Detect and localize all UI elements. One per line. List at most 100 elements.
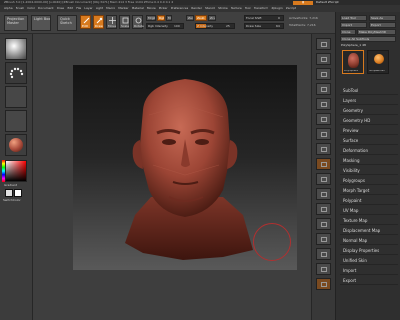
menu-item-texture[interactable]: Texture bbox=[231, 7, 242, 12]
menu-item-edit[interactable]: Edit bbox=[67, 7, 73, 12]
shelf-button-scale[interactable] bbox=[316, 188, 331, 200]
menu-item-material[interactable]: Material bbox=[132, 7, 144, 12]
subpalette-surface[interactable]: Surface bbox=[340, 138, 398, 145]
menu-item-layer[interactable]: Layer bbox=[84, 7, 92, 12]
shelf-button-move[interactable] bbox=[316, 173, 331, 185]
subpalette-polygroups[interactable]: Polygroups bbox=[340, 178, 398, 185]
draw-size-slider[interactable]: Draw Size 64 bbox=[244, 23, 284, 29]
shelf-button-ghost[interactable] bbox=[316, 248, 331, 260]
shelf-button-floor[interactable] bbox=[316, 113, 331, 125]
brush-selector[interactable] bbox=[5, 38, 27, 60]
scale-button[interactable]: Scale bbox=[119, 15, 130, 29]
menu-item-tool[interactable]: Tool bbox=[245, 7, 251, 12]
menu-item-brush[interactable]: Brush bbox=[16, 7, 25, 12]
subpalette-layers[interactable]: Layers bbox=[340, 98, 398, 105]
subpalette-geometry[interactable]: Geometry bbox=[340, 108, 398, 115]
zadd-button[interactable]: Zadd bbox=[186, 15, 194, 21]
subpalette-display-properties[interactable]: Display Properties bbox=[340, 248, 398, 255]
subpalette-subtool[interactable]: SubTool bbox=[340, 88, 398, 95]
stroke-selector[interactable] bbox=[5, 62, 27, 84]
shelf-button-frame[interactable] bbox=[316, 158, 331, 170]
edit-button[interactable]: Edit bbox=[80, 15, 91, 29]
shelf-button-solo[interactable] bbox=[316, 263, 331, 275]
subpalette-export[interactable]: Export bbox=[340, 278, 398, 285]
menu-item-color[interactable]: Color bbox=[27, 7, 35, 12]
menu-item-zscript[interactable]: Zscript bbox=[286, 7, 296, 12]
subpalette-visibility[interactable]: Visibility bbox=[340, 168, 398, 175]
shelf-button-polyf[interactable] bbox=[316, 218, 331, 230]
subpalette-geometry-hd[interactable]: Geometry HD bbox=[340, 118, 398, 125]
lightbox-button[interactable]: Light Box bbox=[31, 15, 51, 31]
zcut-button[interactable]: Zcut bbox=[208, 15, 216, 21]
shelf-button-xpose[interactable] bbox=[316, 278, 331, 290]
subpalette-deformation[interactable]: Deformation bbox=[340, 148, 398, 155]
shelf-button-aahalf[interactable] bbox=[316, 83, 331, 95]
shelf-button-local[interactable] bbox=[316, 128, 331, 140]
subpalette-unified-skin[interactable]: Unified Skin bbox=[340, 258, 398, 265]
menu-item-macro[interactable]: Macro bbox=[106, 7, 115, 12]
clone-all-subtools-button[interactable]: Clone All SubTools bbox=[340, 36, 396, 42]
shelf-button-persp[interactable] bbox=[316, 98, 331, 110]
menu-item-stencil[interactable]: Stencil bbox=[205, 7, 215, 12]
menu-item-file[interactable]: File bbox=[76, 7, 81, 12]
z-intensity-slider[interactable]: Z Intensity 25 bbox=[195, 23, 235, 29]
hue-strip[interactable] bbox=[2, 160, 5, 182]
subpalette-masking[interactable]: Masking bbox=[340, 158, 398, 165]
menu-item-stroke[interactable]: Stroke bbox=[218, 7, 228, 12]
menu-item-draw[interactable]: Draw bbox=[57, 7, 65, 12]
m-button[interactable]: M bbox=[166, 15, 172, 21]
rgb-button[interactable]: Rgb bbox=[157, 15, 165, 21]
shelf-button-actual[interactable] bbox=[316, 68, 331, 80]
menu-item-light[interactable]: Light bbox=[96, 7, 104, 12]
menu-item-zplugin[interactable]: Zplugin bbox=[271, 7, 282, 12]
make-polymesh-button[interactable]: Make PolyMesh3D bbox=[357, 29, 396, 35]
zsub-button[interactable]: Zsub bbox=[195, 15, 207, 21]
current-tool-thumb[interactable]: PolySphere bbox=[342, 50, 364, 74]
import-button[interactable]: Import bbox=[340, 22, 367, 28]
subpalette-preview[interactable]: Preview bbox=[340, 128, 398, 135]
load-tool-button[interactable]: Load Tool bbox=[340, 15, 367, 21]
default-zscript-label[interactable]: Default ZScript bbox=[316, 1, 364, 4]
menu-item-picker[interactable]: Picker bbox=[159, 7, 168, 12]
save-as-button[interactable]: Save As bbox=[369, 15, 396, 21]
document-canvas[interactable] bbox=[73, 65, 297, 270]
focal-shift-slider[interactable]: Focal Shift 0 bbox=[244, 15, 284, 21]
subpalette-uv-map[interactable]: UV Map bbox=[340, 208, 398, 215]
shelf-button-transp[interactable] bbox=[316, 233, 331, 245]
menus-toggle[interactable]: ▮ bbox=[293, 0, 313, 5]
subpalette-polypaint[interactable]: Polypaint bbox=[340, 198, 398, 205]
quick-sketch-button[interactable]: Quick Sketch bbox=[57, 15, 77, 31]
menu-item-transform[interactable]: Transform bbox=[254, 7, 269, 12]
menu-item-document[interactable]: Document bbox=[38, 7, 54, 12]
subpalette-displacement-map[interactable]: Displacement Map bbox=[340, 228, 398, 235]
subpalette-import[interactable]: Import bbox=[340, 268, 398, 275]
texture-selector[interactable] bbox=[5, 110, 27, 132]
subpalette-texture-map[interactable]: Texture Map bbox=[340, 218, 398, 225]
shelf-button-xyz[interactable] bbox=[316, 143, 331, 155]
menu-item-alpha[interactable]: Alpha bbox=[4, 7, 13, 12]
menu-item-movie[interactable]: Movie bbox=[147, 7, 156, 12]
simple-brush-thumb[interactable]: SimpleBrush bbox=[367, 50, 389, 74]
rgb-intensity-slider[interactable]: Rgb Intensity 100 bbox=[146, 23, 184, 29]
menu-item-render[interactable]: Render bbox=[191, 7, 202, 12]
alpha-selector[interactable] bbox=[5, 86, 27, 108]
shelf-button-rotate[interactable] bbox=[316, 203, 331, 215]
menu-item-marker[interactable]: Marker bbox=[118, 7, 128, 12]
main-color-swatch[interactable] bbox=[5, 189, 13, 197]
move-button[interactable]: Move bbox=[106, 15, 117, 29]
clone-button[interactable]: Clone bbox=[340, 29, 356, 35]
material-selector[interactable] bbox=[5, 134, 27, 156]
gradient-label[interactable]: Gradient bbox=[4, 184, 17, 187]
switch-color-label[interactable]: SwitchColor bbox=[3, 199, 21, 202]
color-picker[interactable] bbox=[5, 160, 27, 182]
subpalette-morph-target[interactable]: Morph Target bbox=[340, 188, 398, 195]
rotate-button[interactable]: Rotate bbox=[132, 15, 144, 29]
mrgb-button[interactable]: Mrgb bbox=[146, 15, 156, 21]
export-button[interactable]: Export bbox=[369, 22, 396, 28]
menu-item-preferences[interactable]: Preferences bbox=[171, 7, 189, 12]
projection-master-button[interactable]: Projection Master bbox=[4, 15, 28, 31]
shelf-button-scroll[interactable] bbox=[316, 38, 331, 50]
subpalette-normal-map[interactable]: Normal Map bbox=[340, 238, 398, 245]
draw-button[interactable]: Draw bbox=[93, 15, 104, 29]
shelf-button-zoom[interactable] bbox=[316, 53, 331, 65]
